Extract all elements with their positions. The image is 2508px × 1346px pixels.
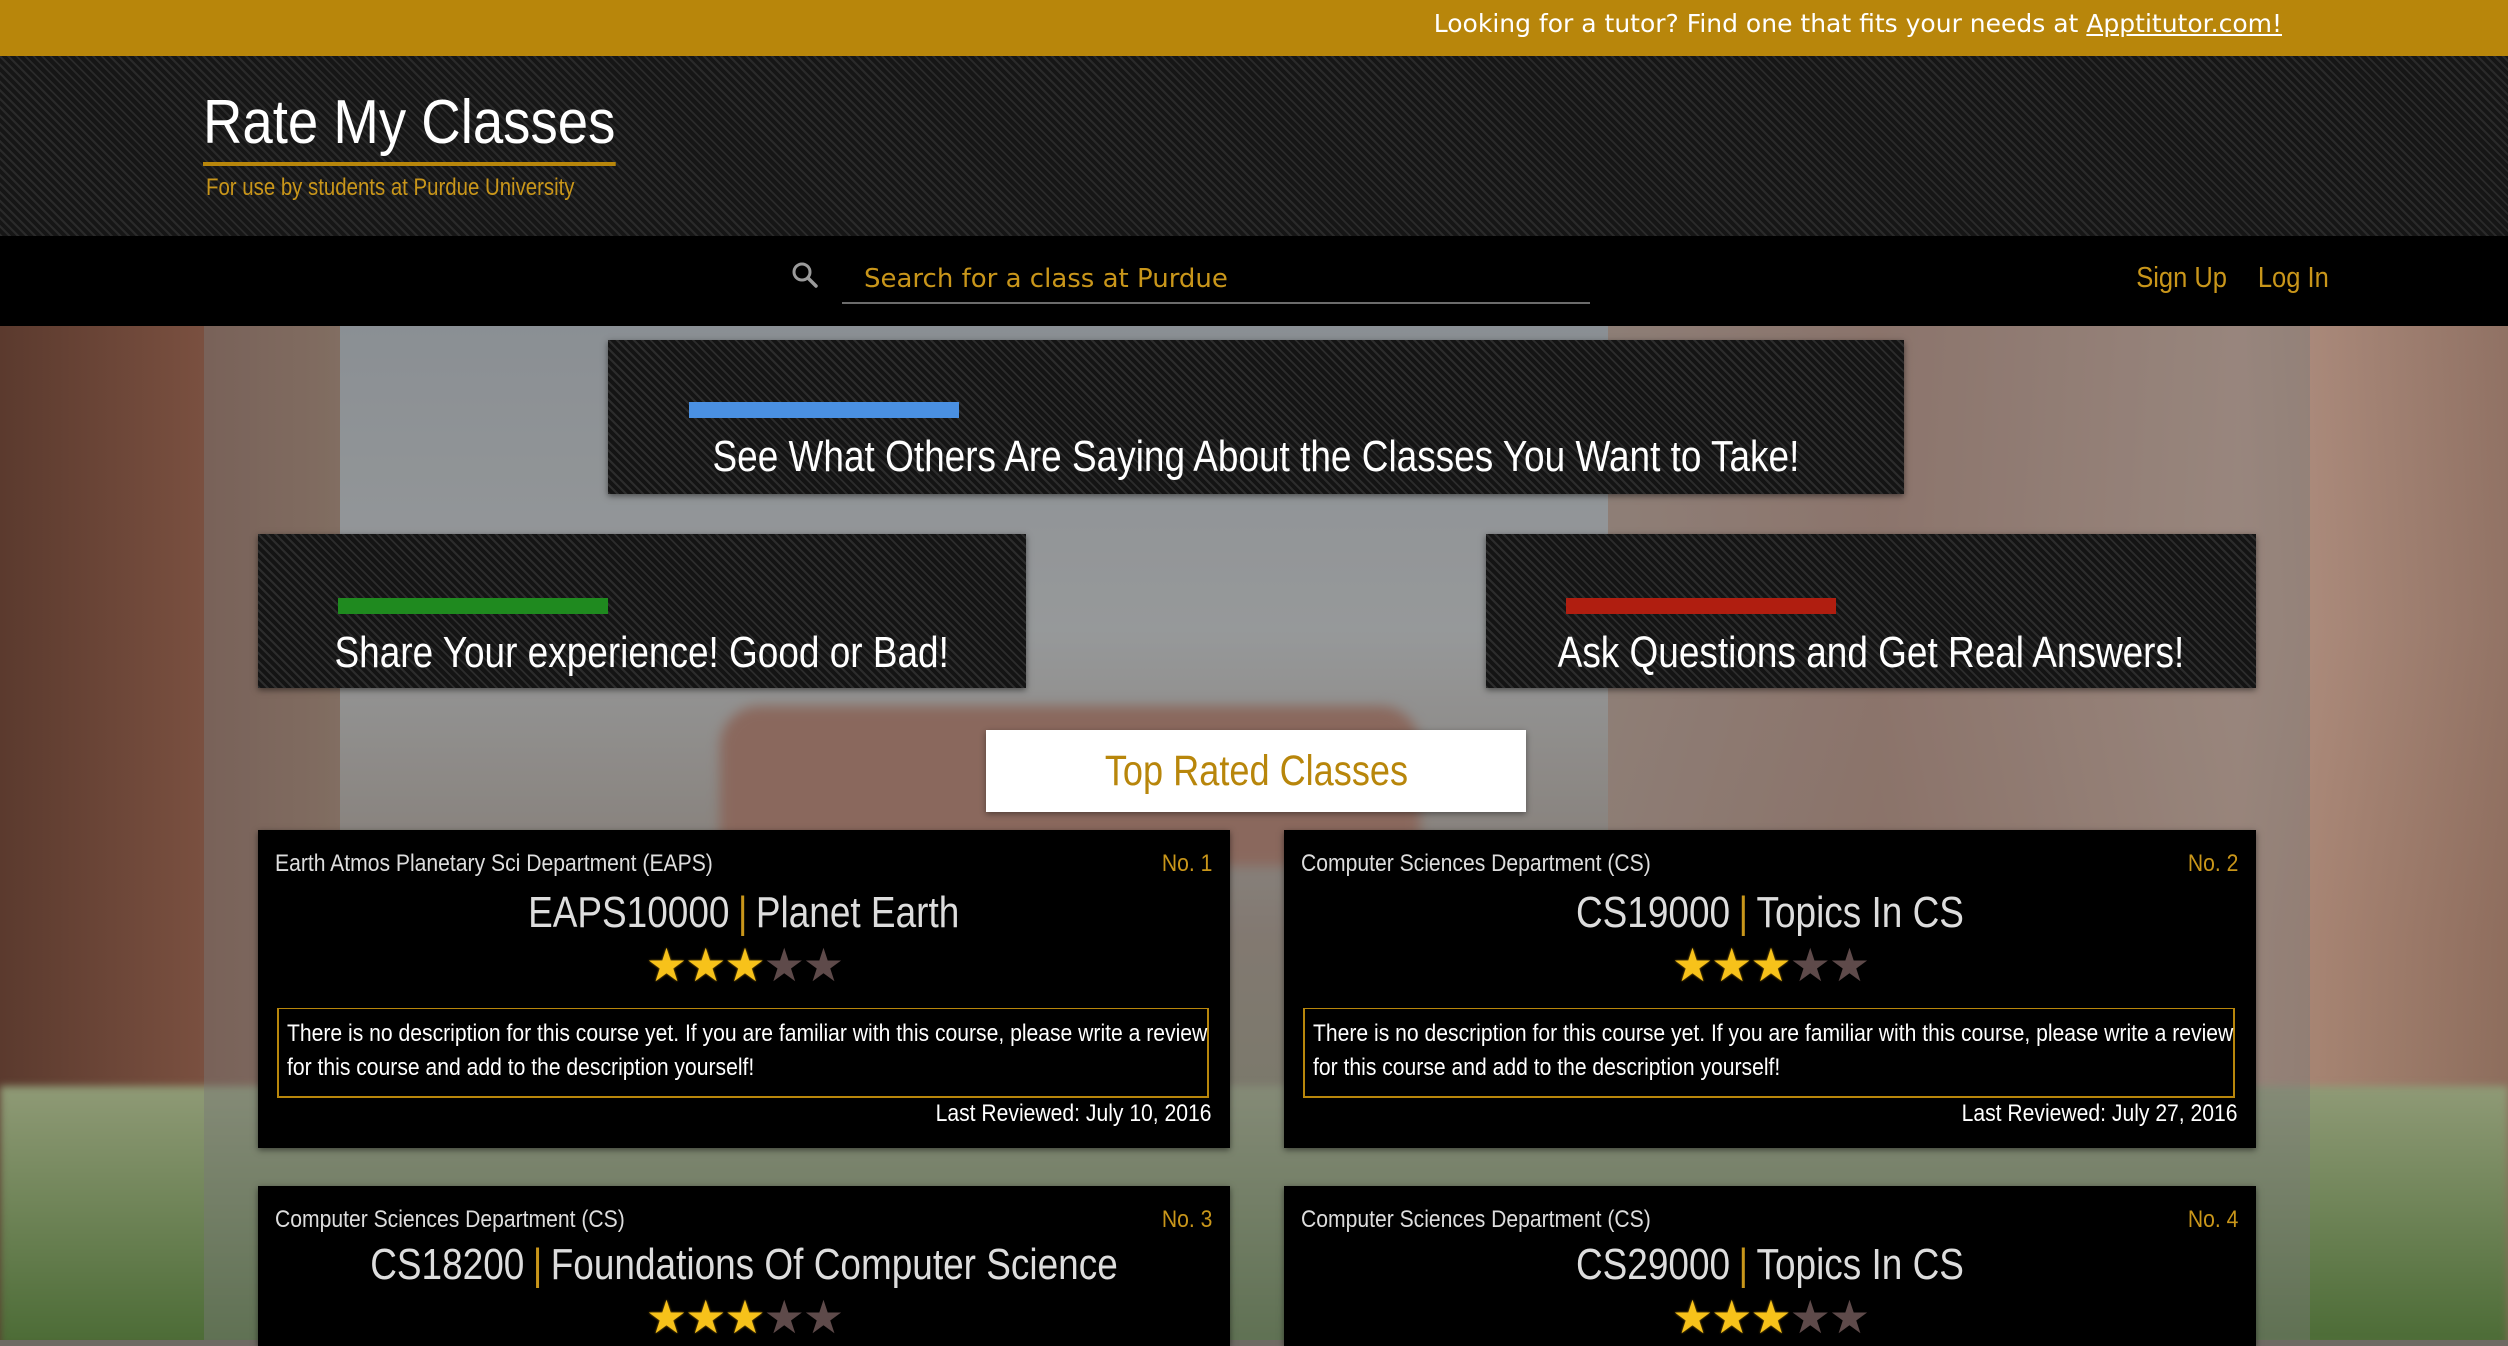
star-filled-icon: ★ [1750, 938, 1791, 992]
rank-label: No. 2 [2187, 850, 2238, 877]
star-empty-icon: ★ [1789, 1290, 1831, 1344]
star-empty-icon: ★ [763, 938, 805, 992]
class-card[interactable]: Earth Atmos Planetary Sci Department (EA… [258, 830, 1230, 1148]
department-label: Computer Sciences Department (CS) [1301, 850, 1651, 877]
star-rating: ★★★★★ [1284, 938, 2256, 992]
site-subtitle: For use by students at Purdue University [206, 174, 575, 201]
star-rating: ★★★★★ [258, 938, 1230, 992]
star-filled-icon: ★ [685, 1290, 726, 1344]
tile-label: Share Your experience! Good or Bad! [334, 628, 950, 677]
tile-label: See What Others Are Saying About the Cla… [712, 432, 1800, 481]
class-code: CS18200 [370, 1240, 525, 1289]
star-filled-icon: ★ [1671, 938, 1713, 992]
promo-text: Looking for a tutor? Find one that fits … [1434, 9, 2282, 38]
promo-link[interactable]: Apptitutor.com! [2086, 9, 2282, 38]
class-description: There is no description for this course … [277, 1008, 1209, 1098]
site-title: Rate My Classes [203, 92, 616, 166]
class-title[interactable]: CS19000 | Topics In CS [1284, 888, 2256, 938]
top-rated-label: Top Rated Classes [1104, 747, 1408, 795]
class-name: Topics In CS [1756, 888, 1965, 937]
title-separator: | [532, 1240, 543, 1289]
class-code: CS19000 [1575, 888, 1731, 937]
tile-accent-bar [338, 598, 608, 614]
star-empty-icon: ★ [1828, 938, 1870, 992]
class-card[interactable]: Computer Sciences Department (CS) No. 2 … [1284, 830, 2256, 1148]
rank-label: No. 4 [2187, 1206, 2238, 1233]
star-filled-icon: ★ [724, 1290, 765, 1344]
department-label: Earth Atmos Planetary Sci Department (EA… [275, 850, 713, 877]
site-header: Rate My Classes For use by students at P… [0, 56, 2508, 236]
tile-text: Share Your experience! Good or Bad! [258, 628, 1026, 678]
star-filled-icon: ★ [645, 938, 687, 992]
star-empty-icon: ★ [802, 1290, 844, 1344]
class-title[interactable]: EAPS10000 | Planet Earth [258, 888, 1230, 938]
class-title[interactable]: CS29000 | Topics In CS [1284, 1240, 2256, 1290]
star-filled-icon: ★ [645, 1290, 687, 1344]
search-icon[interactable] [790, 260, 820, 290]
star-rating: ★★★★★ [258, 1290, 1230, 1344]
tile-text: Ask Questions and Get Real Answers! [1486, 628, 2256, 678]
promo-banner: Looking for a tutor? Find one that fits … [0, 0, 2508, 56]
signup-link[interactable]: Sign Up [2136, 262, 2227, 295]
last-reviewed: Last Reviewed: July 10, 2016 [936, 1100, 1212, 1127]
star-filled-icon: ★ [685, 938, 726, 992]
last-reviewed: Last Reviewed: July 27, 2016 [1962, 1100, 2238, 1127]
feature-tile-reviews: See What Others Are Saying About the Cla… [608, 340, 1904, 494]
class-code: EAPS10000 [528, 888, 730, 937]
star-empty-icon: ★ [802, 938, 844, 992]
title-separator: | [1738, 1240, 1749, 1289]
description-text: There is no description for this course … [1313, 1020, 2234, 1081]
search-input[interactable] [842, 256, 1590, 304]
class-card[interactable]: Computer Sciences Department (CS) No. 3 … [258, 1186, 1230, 1346]
star-empty-icon: ★ [763, 1290, 805, 1344]
tile-accent-bar [1566, 598, 1836, 614]
top-rated-heading: Top Rated Classes [986, 730, 1526, 812]
class-description: There is no description for this course … [1303, 1008, 2235, 1098]
login-link[interactable]: Log In [2258, 262, 2329, 295]
department-label: Computer Sciences Department (CS) [1301, 1206, 1651, 1233]
title-separator: | [1738, 888, 1749, 937]
star-filled-icon: ★ [1711, 1290, 1752, 1344]
star-filled-icon: ★ [1671, 1290, 1713, 1344]
rank-label: No. 1 [1161, 850, 1212, 877]
description-text: There is no description for this course … [287, 1020, 1208, 1081]
class-name: Planet Earth [756, 888, 960, 937]
class-title[interactable]: CS18200 | Foundations Of Computer Science [258, 1240, 1230, 1290]
auth-links: Sign Up Log In [2118, 262, 2334, 295]
title-separator: | [738, 888, 748, 937]
star-filled-icon: ★ [1711, 938, 1752, 992]
class-name: Foundations Of Computer Science [550, 1240, 1118, 1289]
tile-accent-bar [689, 402, 959, 418]
navbar: Sign Up Log In [0, 236, 2508, 326]
star-filled-icon: ★ [724, 938, 765, 992]
feature-tile-questions: Ask Questions and Get Real Answers! [1486, 534, 2256, 688]
star-empty-icon: ★ [1789, 938, 1831, 992]
site-logo[interactable]: Rate My Classes For use by students at P… [203, 92, 672, 202]
star-empty-icon: ★ [1828, 1290, 1870, 1344]
feature-tile-share: Share Your experience! Good or Bad! [258, 534, 1026, 688]
tile-label: Ask Questions and Get Real Answers! [1557, 628, 2185, 677]
class-card[interactable]: Computer Sciences Department (CS) No. 4 … [1284, 1186, 2256, 1346]
promo-message: Looking for a tutor? Find one that fits … [1433, 9, 2087, 38]
class-code: CS29000 [1575, 1240, 1731, 1289]
department-label: Computer Sciences Department (CS) [275, 1206, 625, 1233]
star-filled-icon: ★ [1750, 1290, 1791, 1344]
rank-label: No. 3 [1161, 1206, 1212, 1233]
star-rating: ★★★★★ [1284, 1290, 2256, 1344]
class-name: Topics In CS [1756, 1240, 1965, 1289]
tile-text: See What Others Are Saying About the Cla… [608, 432, 1904, 482]
